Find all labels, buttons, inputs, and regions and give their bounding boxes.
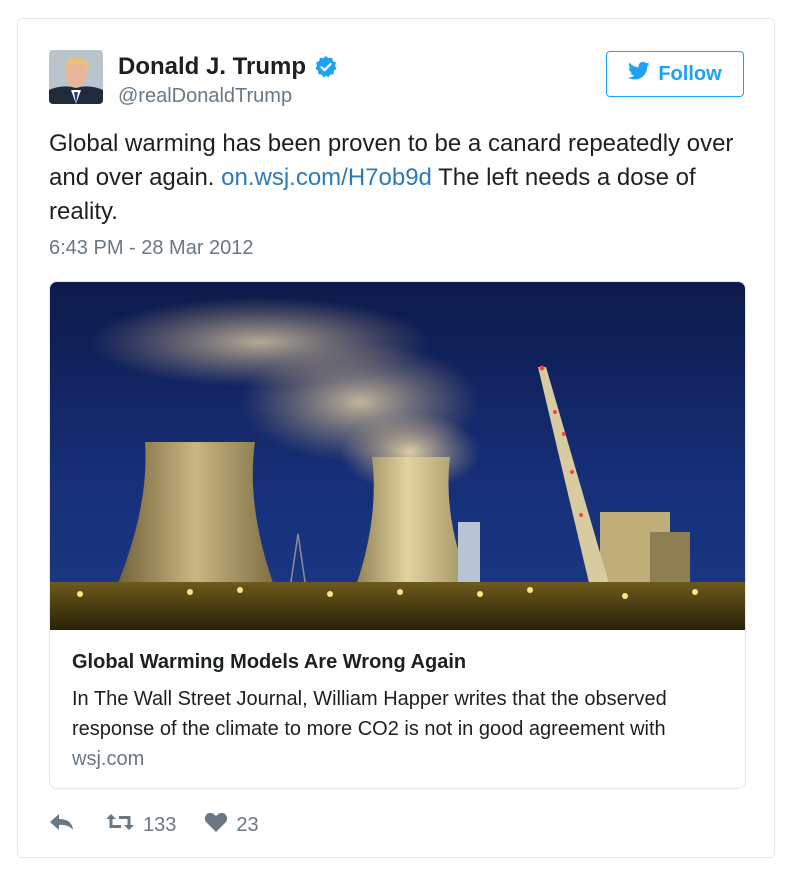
tweet-link[interactable]: on.wsj.com/H7ob9d — [221, 164, 432, 191]
author-handle[interactable]: @realDonaldTrump — [118, 85, 292, 108]
card-title[interactable]: Global Warming Models Are Wrong Again — [72, 651, 466, 674]
author-name[interactable]: Donald J. Trump — [118, 53, 306, 81]
tweet-text: Global warming has been proven to be a c… — [49, 127, 749, 229]
author-avatar[interactable] — [49, 50, 103, 104]
retweet-count: 133 — [143, 813, 177, 836]
follow-button[interactable]: Follow — [606, 51, 744, 97]
card-domain: wsj.com — [72, 748, 145, 770]
like-button[interactable]: 23 — [204, 811, 259, 839]
like-count: 23 — [236, 813, 259, 836]
reply-icon — [49, 812, 75, 838]
twitter-bird-icon — [628, 61, 650, 87]
card-image[interactable] — [50, 282, 745, 630]
follow-button-label: Follow — [658, 62, 722, 85]
retweet-icon — [105, 812, 135, 838]
retweet-button[interactable]: 133 — [105, 812, 176, 838]
card-description: In The Wall Street Journal, William Happ… — [72, 688, 667, 740]
link-preview-card[interactable]: Global Warming Models Are Wrong Again In… — [49, 281, 746, 789]
reply-button[interactable] — [49, 812, 75, 838]
verified-badge-icon — [314, 55, 338, 79]
author-name-row: Donald J. Trump — [118, 53, 338, 81]
heart-icon — [204, 811, 228, 839]
tweet-timestamp[interactable]: 6:43 PM - 28 Mar 2012 — [49, 237, 254, 260]
tweet-card: Donald J. Trump @realDonaldTrump Follow … — [17, 18, 775, 858]
tweet-actions: 133 23 — [49, 811, 259, 839]
